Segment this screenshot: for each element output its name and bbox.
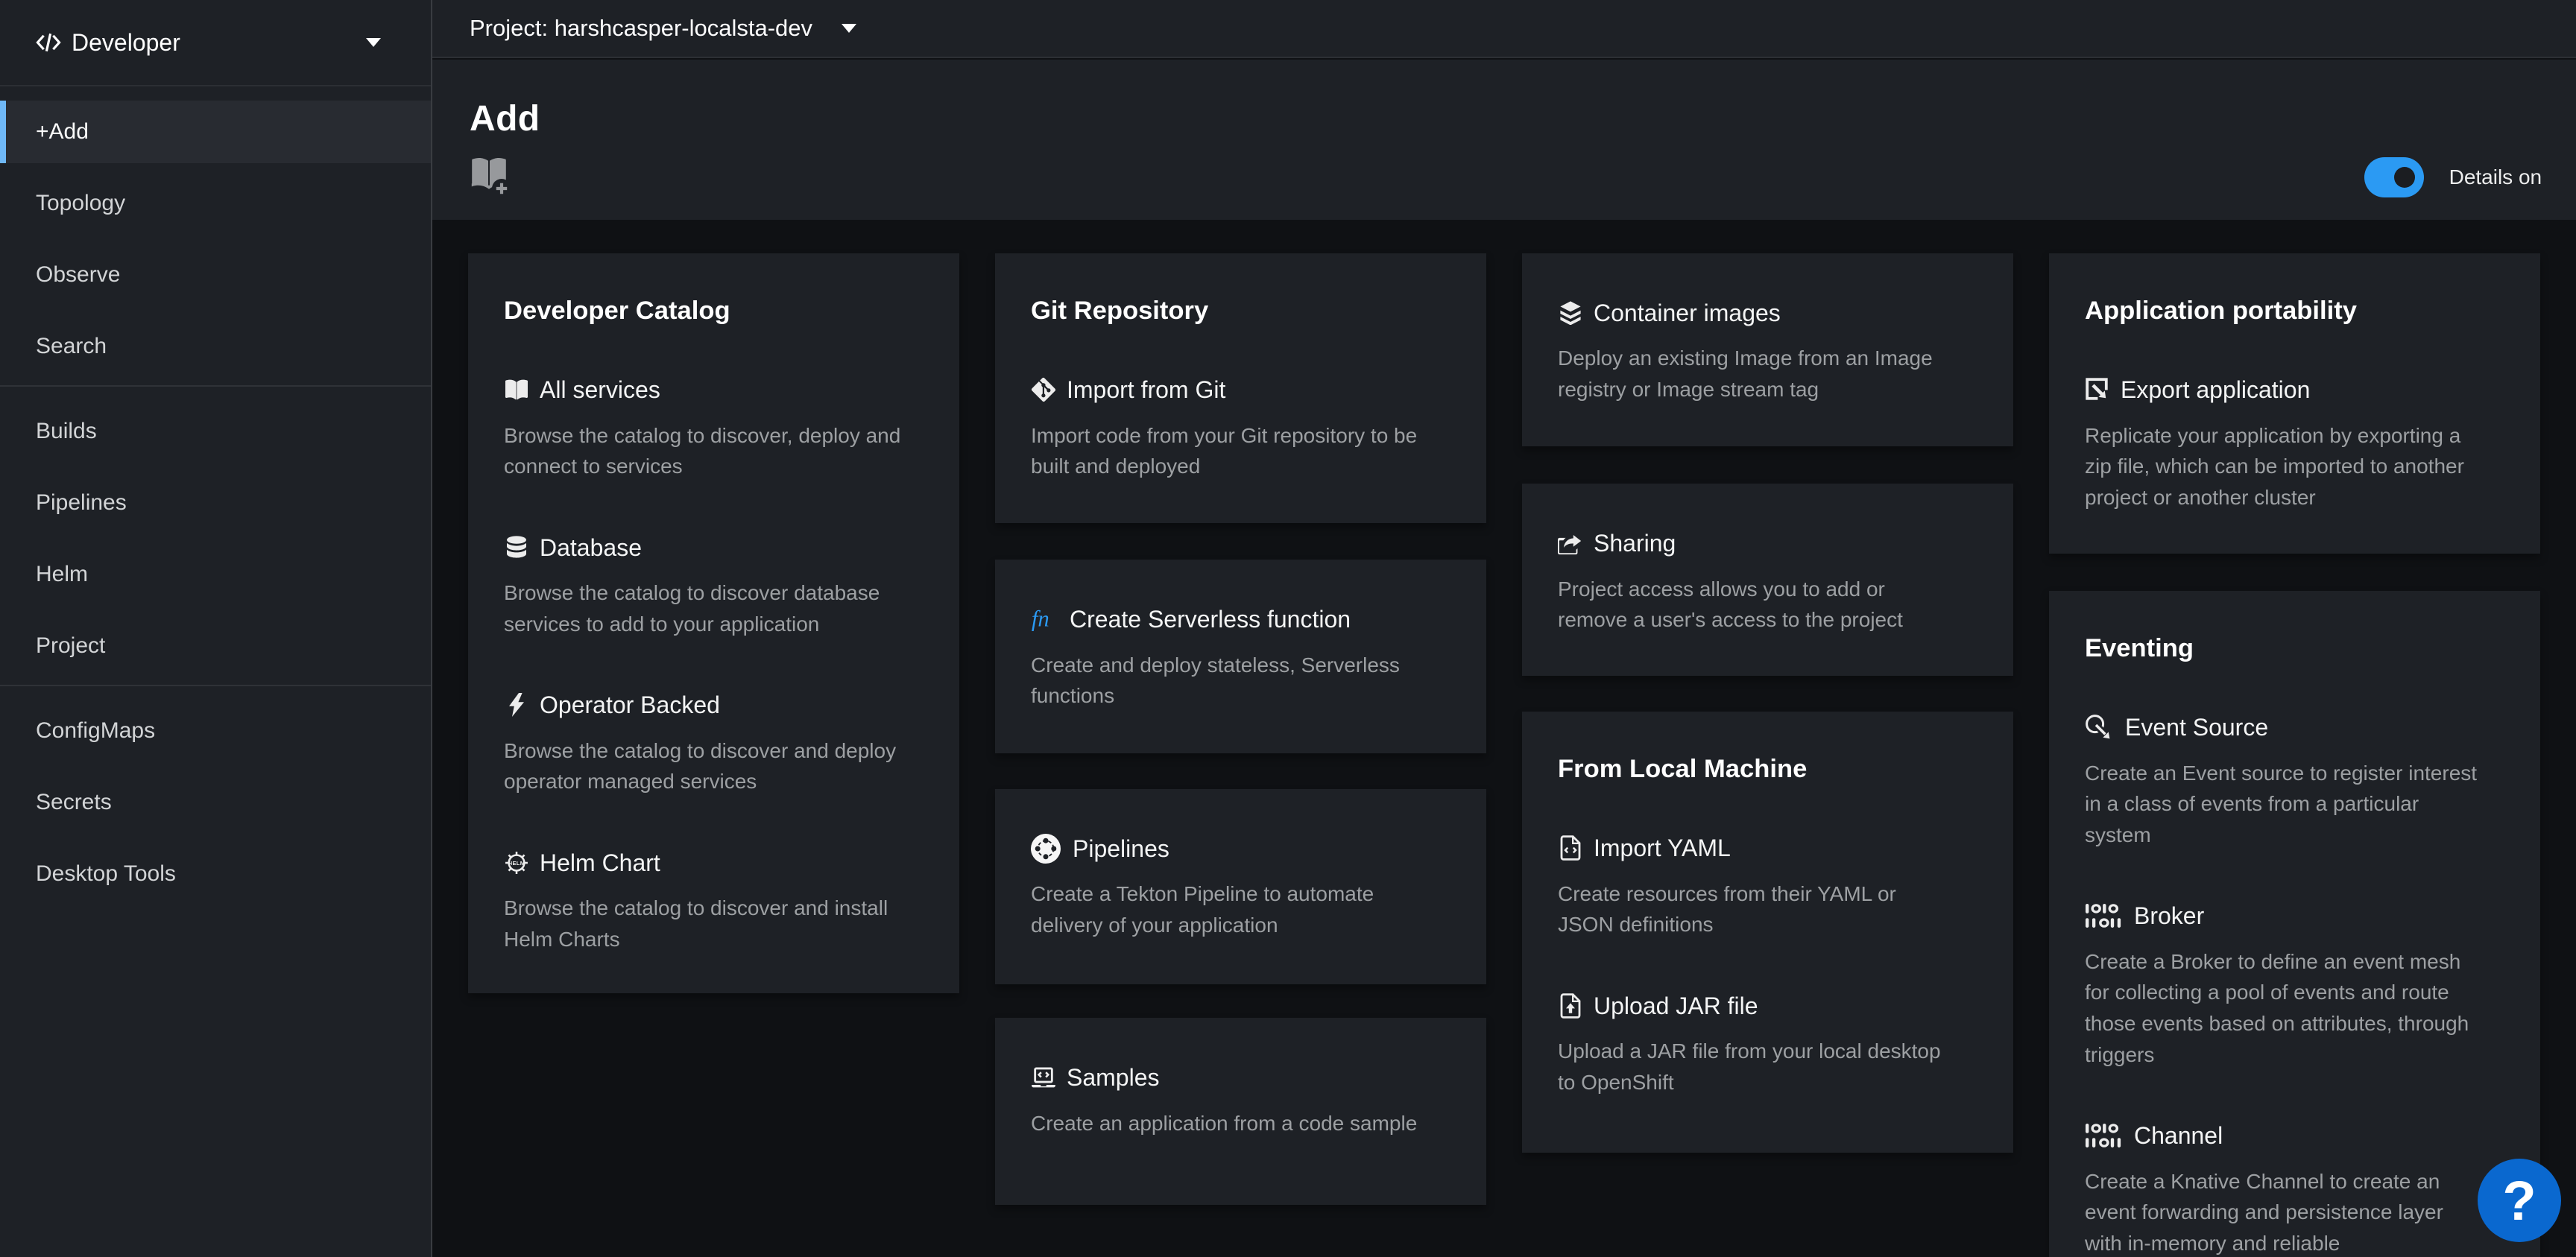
svg-text:HELM: HELM xyxy=(508,860,525,867)
svg-text:fn: fn xyxy=(1032,607,1049,632)
